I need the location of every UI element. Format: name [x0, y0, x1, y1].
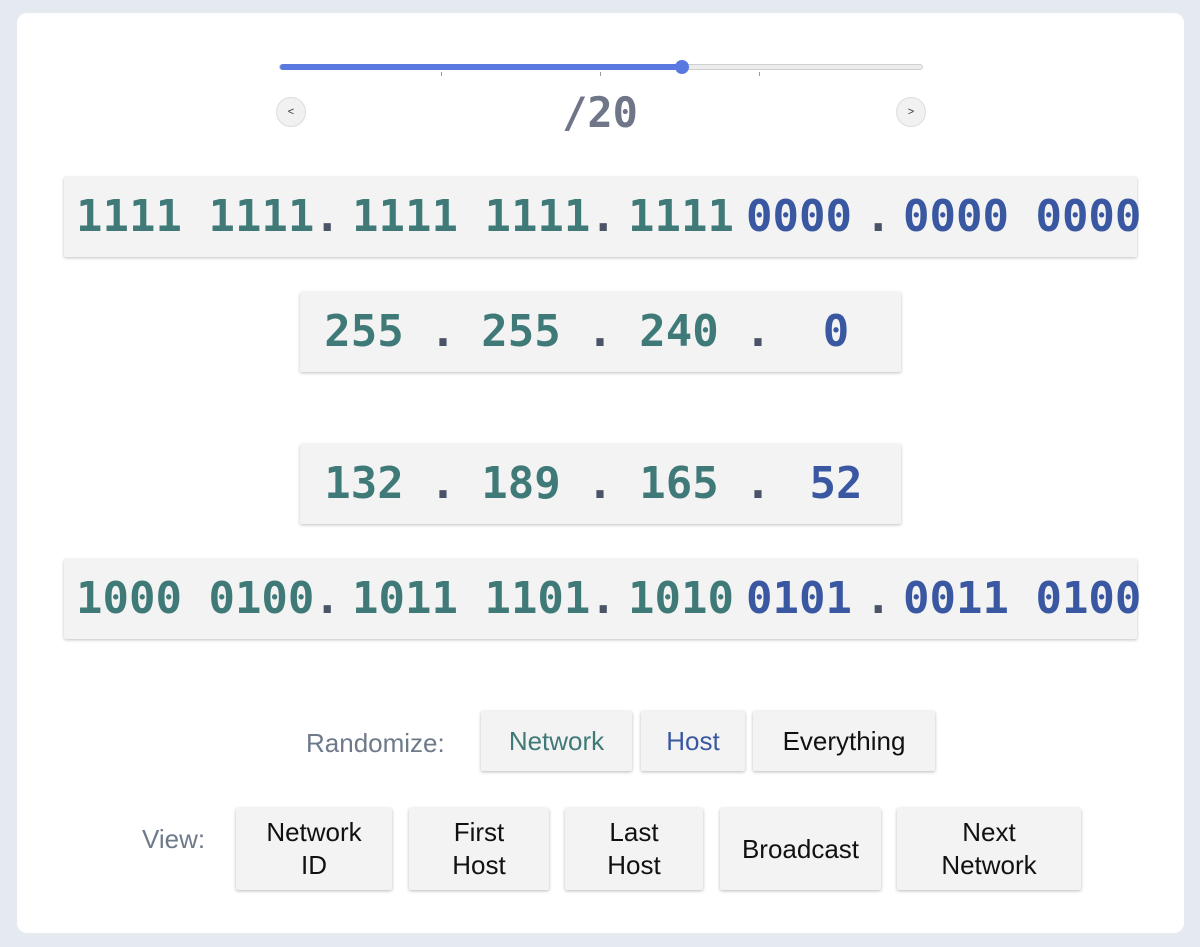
view-broadcast-button[interactable]: Broadcast — [720, 808, 881, 890]
view-label: View: — [142, 824, 206, 854]
octet-separator: . — [865, 191, 892, 242]
address-decimal-octet[interactable]: 165 — [629, 444, 729, 524]
mask-decimal-octet: 0 — [822, 306, 850, 357]
octet-separator: . — [744, 458, 772, 509]
mask-binary-host-bits: 0000 — [746, 191, 852, 242]
address-decimal-box[interactable]: 132 . 189 . 165 . 52 — [300, 444, 901, 524]
view-next-network-button[interactable]: Next Network — [897, 808, 1081, 890]
next-prefix-button[interactable]: > — [896, 97, 926, 127]
randomize-host-button[interactable]: Host — [641, 711, 745, 771]
octet-separator: . — [586, 306, 614, 357]
address-decimal-octet[interactable]: 189 — [471, 444, 571, 524]
octet-separator: . — [314, 573, 341, 624]
address-decimal-octet[interactable]: 132 — [314, 444, 414, 524]
prev-prefix-button[interactable]: < — [276, 97, 306, 127]
mask-binary-octet: 1111 1111 — [352, 191, 591, 242]
address-binary-octet: 0011 0100 — [903, 573, 1142, 624]
octet-separator: . — [429, 458, 457, 509]
mask-decimal-box: 255 . 255 . 240 . 0 — [300, 292, 901, 372]
prefix-slider-track[interactable] — [279, 64, 923, 70]
mask-binary-box: 1111 1111 . 1111 1111 . 1111 0000 . 0000… — [64, 177, 1141, 257]
address-binary-box: 1000 0100 . 1011 1101 . 1010 0101 . 0011… — [64, 559, 1141, 639]
mask-binary-octet: 1111 1111 — [76, 191, 315, 242]
slider-tick — [600, 72, 601, 76]
address-binary-octet: 1011 1101 — [352, 573, 591, 624]
address-binary-network-bits: 1010 — [628, 573, 734, 624]
mask-binary-network-bits: 1111 — [628, 191, 734, 242]
octet-separator: . — [429, 306, 457, 357]
address-binary-host-bits: 0101 — [746, 573, 852, 624]
octet-separator: . — [590, 573, 617, 624]
octet-separator: . — [744, 306, 772, 357]
address-binary-octet: 1000 0100 — [76, 573, 315, 624]
prefix-length-label: /20 — [562, 88, 638, 137]
mask-decimal-octet: 240 — [639, 306, 719, 357]
octet-separator: . — [865, 573, 892, 624]
view-network-id-button[interactable]: Network ID — [236, 808, 392, 890]
view-first-host-button[interactable]: First Host — [409, 808, 549, 890]
prefix-slider-fill — [280, 64, 683, 70]
slider-tick — [441, 72, 442, 76]
mask-decimal-octet: 255 — [481, 306, 561, 357]
randomize-network-button[interactable]: Network — [481, 711, 632, 771]
mask-binary-octet: 0000 0000 — [903, 191, 1142, 242]
slider-tick — [759, 72, 760, 76]
view-last-host-button[interactable]: Last Host — [565, 808, 703, 890]
octet-separator: . — [314, 191, 341, 242]
octet-separator: . — [586, 458, 614, 509]
mask-decimal-octet: 255 — [324, 306, 404, 357]
prefix-slider-thumb[interactable] — [674, 60, 689, 74]
randomize-everything-button[interactable]: Everything — [753, 711, 935, 771]
octet-separator: . — [590, 191, 617, 242]
randomize-label: Randomize: — [306, 728, 445, 758]
address-decimal-octet[interactable]: 52 — [786, 444, 886, 524]
